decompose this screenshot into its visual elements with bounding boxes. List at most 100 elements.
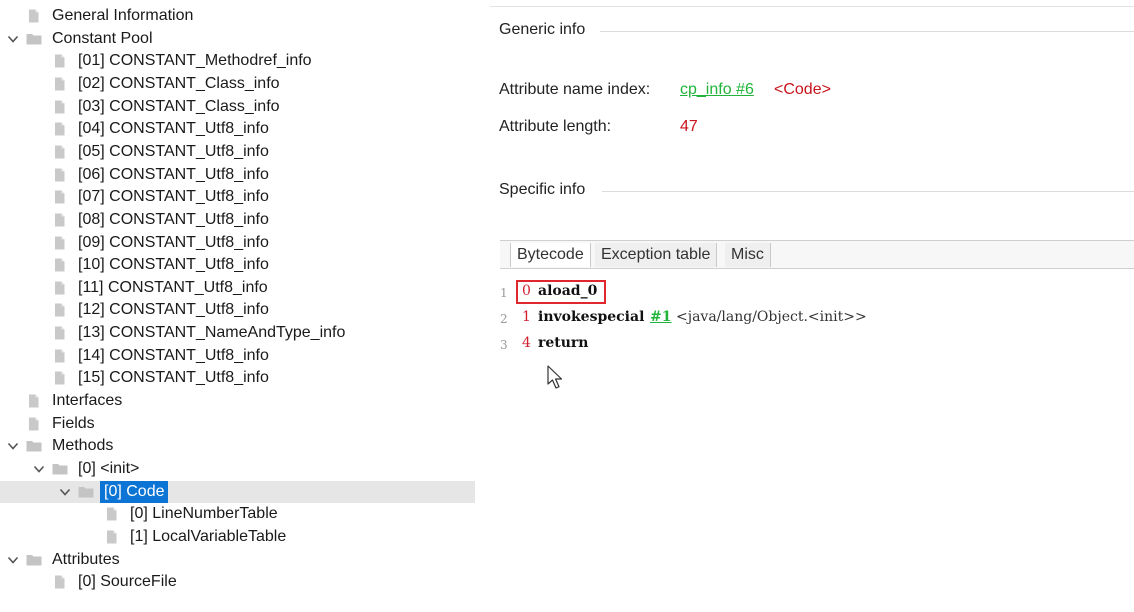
tree-item-label: [09] CONSTANT_Utf8_info xyxy=(78,233,269,251)
tree-item-label: [05] CONSTANT_Utf8_info xyxy=(78,142,269,160)
tree-item[interactable]: [01] CONSTANT_Methodref_info xyxy=(0,50,475,72)
tree-item-label: Interfaces xyxy=(52,392,123,410)
chevron-down-icon[interactable] xyxy=(58,485,72,499)
tree-item-label: [0] LineNumberTable xyxy=(130,505,278,523)
tree-item[interactable]: [03] CONSTANT_Class_info xyxy=(0,96,475,118)
tree-item[interactable]: Methods xyxy=(0,435,475,457)
chevron-down-icon[interactable] xyxy=(6,32,20,46)
file-icon xyxy=(52,77,68,91)
file-icon xyxy=(26,417,42,431)
tree-item[interactable]: Constant Pool xyxy=(0,28,475,50)
file-icon xyxy=(104,507,120,521)
chevron-down-icon[interactable] xyxy=(6,439,20,453)
tree-item[interactable]: [04] CONSTANT_Utf8_info xyxy=(0,118,475,140)
attribute-length-label: Attribute length: xyxy=(499,118,612,135)
tree-item[interactable]: [0] SourceFile xyxy=(0,571,475,593)
folder-icon xyxy=(26,553,42,567)
pc-offset: 4 xyxy=(522,335,531,351)
file-icon xyxy=(52,258,68,272)
tree-item-label: [13] CONSTANT_NameAndType_info xyxy=(78,324,346,342)
tree-item-label: [12] CONSTANT_Utf8_info xyxy=(78,301,269,319)
tree-item[interactable]: Fields xyxy=(0,413,475,435)
chevron-down-icon[interactable] xyxy=(32,462,46,476)
file-icon xyxy=(26,394,42,408)
file-icon xyxy=(52,168,68,182)
tree-item[interactable]: [12] CONSTANT_Utf8_info xyxy=(0,299,475,321)
file-icon xyxy=(26,9,42,23)
mouse-pointer-icon xyxy=(547,365,563,389)
file-icon xyxy=(52,236,68,250)
tree-item-label: [15] CONSTANT_Utf8_info xyxy=(78,369,269,387)
folder-icon xyxy=(26,32,42,46)
chevron-down-icon[interactable] xyxy=(6,553,20,567)
file-icon xyxy=(104,530,120,544)
tree-item[interactable]: [10] CONSTANT_Utf8_info xyxy=(0,254,475,276)
tree-item-label: [03] CONSTANT_Class_info xyxy=(78,97,280,115)
tree-item-label: [02] CONSTANT_Class_info xyxy=(78,74,280,92)
tree-item-label: General Information xyxy=(52,7,194,24)
file-icon xyxy=(52,303,68,317)
tree-item-label: [10] CONSTANT_Utf8_info xyxy=(78,256,269,274)
generic-info-rule xyxy=(600,31,1134,32)
tree-item-label: Constant Pool xyxy=(52,29,153,47)
constant-ref-link[interactable]: #1 xyxy=(650,309,671,325)
tree-item-label: [01] CONSTANT_Methodref_info xyxy=(78,52,312,70)
tree-item-label: [08] CONSTANT_Utf8_info xyxy=(78,210,269,228)
opcode: invokespecial xyxy=(538,309,645,325)
tab-bytecode[interactable]: Bytecode xyxy=(510,243,591,267)
tree-item[interactable]: [07] CONSTANT_Utf8_info xyxy=(0,186,475,208)
tree-item[interactable]: Interfaces xyxy=(0,390,475,412)
tree-item-label: Attributes xyxy=(52,550,120,568)
generic-info-title: Generic info xyxy=(499,21,594,39)
file-icon xyxy=(52,145,68,159)
file-icon xyxy=(52,326,68,340)
pc-offset: 1 xyxy=(522,309,531,325)
file-icon xyxy=(52,54,68,68)
tree-item[interactable]: [06] CONSTANT_Utf8_info xyxy=(0,164,475,186)
tree-item-label: [0] SourceFile xyxy=(78,573,177,591)
tree-item-label: Fields xyxy=(52,414,95,432)
tree-item-label: [06] CONSTANT_Utf8_info xyxy=(78,165,269,183)
file-icon xyxy=(52,371,68,385)
line-number: 3 xyxy=(500,338,508,352)
tree-item[interactable]: [1] LocalVariableTable xyxy=(0,526,475,548)
tree-item[interactable]: General Information xyxy=(0,5,475,27)
tree-item-label: [11] CONSTANT_Utf8_info xyxy=(78,278,268,296)
file-icon xyxy=(52,213,68,227)
tree-item[interactable]: [0] <init> xyxy=(0,458,475,480)
tree-item-label: [1] LocalVariableTable xyxy=(130,527,287,545)
tree-item[interactable]: Attributes xyxy=(0,549,475,571)
tree-item-label: Methods xyxy=(52,437,114,455)
opcode: return xyxy=(538,335,589,351)
tree-item[interactable]: [0] LineNumberTable xyxy=(0,503,475,525)
tree-item[interactable]: [0] Code xyxy=(0,480,475,503)
pc-offset: 0 xyxy=(522,283,531,299)
file-icon xyxy=(52,349,68,363)
file-icon xyxy=(52,575,68,589)
ref-comment: <java/lang/Object.<init>> xyxy=(676,309,867,325)
line-number: 2 xyxy=(500,312,508,326)
file-icon xyxy=(52,281,68,295)
tab-bar: Bytecode Exception table Misc xyxy=(500,240,1134,269)
tree-item[interactable]: [14] CONSTANT_Utf8_info xyxy=(0,345,475,367)
tree-item-label: [0] Code xyxy=(100,480,169,503)
opcode: aload_0 xyxy=(538,283,598,299)
tree-item[interactable]: [05] CONSTANT_Utf8_info xyxy=(0,141,475,163)
tree-item[interactable]: [09] CONSTANT_Utf8_info xyxy=(0,232,475,254)
tree-item[interactable]: [08] CONSTANT_Utf8_info xyxy=(0,209,475,231)
tab-misc[interactable]: Misc xyxy=(725,243,771,267)
folder-icon xyxy=(52,462,68,476)
file-icon xyxy=(52,190,68,204)
cp-info-link[interactable]: cp_info #6 xyxy=(680,81,754,99)
tree-item[interactable]: [02] CONSTANT_Class_info xyxy=(0,73,475,95)
tab-exception-table[interactable]: Exception table xyxy=(595,243,718,267)
attribute-length-value: 47 xyxy=(680,118,698,135)
tree-item-label: [0] <init> xyxy=(78,460,140,477)
tree-item[interactable]: [15] CONSTANT_Utf8_info xyxy=(0,367,475,389)
attribute-name-value: <Code> xyxy=(774,81,831,98)
specific-info-rule xyxy=(602,191,1134,192)
specific-info-title: Specific info xyxy=(499,181,594,199)
panel-top-border xyxy=(490,6,1134,7)
tree-item[interactable]: [11] CONSTANT_Utf8_info xyxy=(0,277,475,299)
tree-item[interactable]: [13] CONSTANT_NameAndType_info xyxy=(0,322,475,344)
